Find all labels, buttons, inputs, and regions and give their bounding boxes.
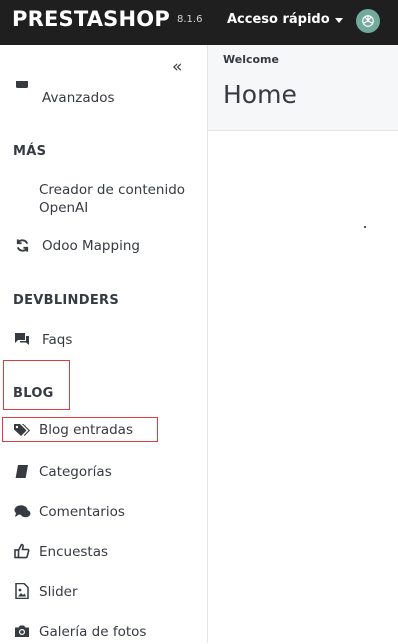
- sidebar-item-avanzados[interactable]: Avanzados: [0, 81, 207, 111]
- sidebar-item-faqs[interactable]: Faqs: [0, 328, 207, 352]
- image-file-icon: [13, 582, 31, 600]
- openai-icon[interactable]: [356, 9, 380, 33]
- breadcrumb[interactable]: Welcome: [223, 53, 279, 66]
- prestashop-logo[interactable]: PRESTASHOP: [12, 7, 170, 31]
- top-navbar: PRESTASHOP 8.1.6 Acceso rápido: [0, 0, 398, 45]
- sidebar-item-label: Comentarios: [39, 504, 125, 520]
- toolbox-icon: [13, 81, 31, 90]
- sidebar-item-label: Slider: [39, 584, 78, 600]
- stray-dot: [364, 226, 366, 228]
- thumbs-up-icon: [13, 542, 31, 560]
- comments-icon: [13, 330, 31, 348]
- chat-bubbles-icon: [13, 502, 31, 520]
- highlight-box-blog-heading: [3, 360, 70, 410]
- page-header: Welcome Home: [208, 45, 398, 131]
- caret-down-icon: [334, 18, 343, 23]
- sync-icon: [13, 236, 31, 254]
- sidebar-item-categorias[interactable]: Categorías: [0, 460, 207, 484]
- sidebar-item-label: Avanzados: [42, 90, 115, 106]
- section-heading-mas: MÁS: [13, 144, 47, 159]
- sidebar-item-comentarios[interactable]: Comentarios: [0, 500, 207, 524]
- sidebar-item-odoo-mapping[interactable]: Odoo Mapping: [0, 234, 207, 258]
- book-icon: [13, 462, 31, 480]
- quick-access-label: Acceso rápido: [227, 12, 330, 27]
- sidebar-item-blog-entradas[interactable]: Blog entradas: [0, 419, 207, 441]
- tags-icon: [13, 421, 31, 439]
- sidebar-item-label: Creador de contenido OpenAI: [39, 182, 186, 216]
- section-heading-blog: BLOG: [13, 386, 54, 401]
- sidebar-item-label: Faqs: [42, 332, 73, 348]
- sidebar-item-label: Blog entradas: [39, 422, 133, 438]
- sidebar-item-encuestas[interactable]: Encuestas: [0, 540, 207, 564]
- sidebar: « Avanzados MÁS Creador de contenido Ope…: [0, 45, 208, 643]
- page-title: Home: [223, 80, 297, 109]
- sidebar-item-label: Odoo Mapping: [42, 238, 140, 254]
- sidebar-item-galeria-de-fotos[interactable]: Galería de fotos: [0, 620, 207, 644]
- sidebar-item-label: Encuestas: [39, 544, 109, 560]
- section-heading-devblinders: DEVBLINDERS: [13, 293, 119, 308]
- quick-access-dropdown[interactable]: Acceso rápido: [227, 12, 343, 27]
- sidebar-item-slider[interactable]: Slider: [0, 580, 207, 604]
- sidebar-item-creador-contenido-openai[interactable]: Creador de contenido OpenAI: [0, 179, 207, 219]
- camera-icon: [13, 622, 31, 640]
- sidebar-item-label: Categorías: [39, 464, 112, 480]
- collapse-sidebar-icon[interactable]: «: [172, 57, 182, 77]
- version-label: 8.1.6: [177, 14, 203, 25]
- sidebar-item-label: Galería de fotos: [39, 624, 147, 640]
